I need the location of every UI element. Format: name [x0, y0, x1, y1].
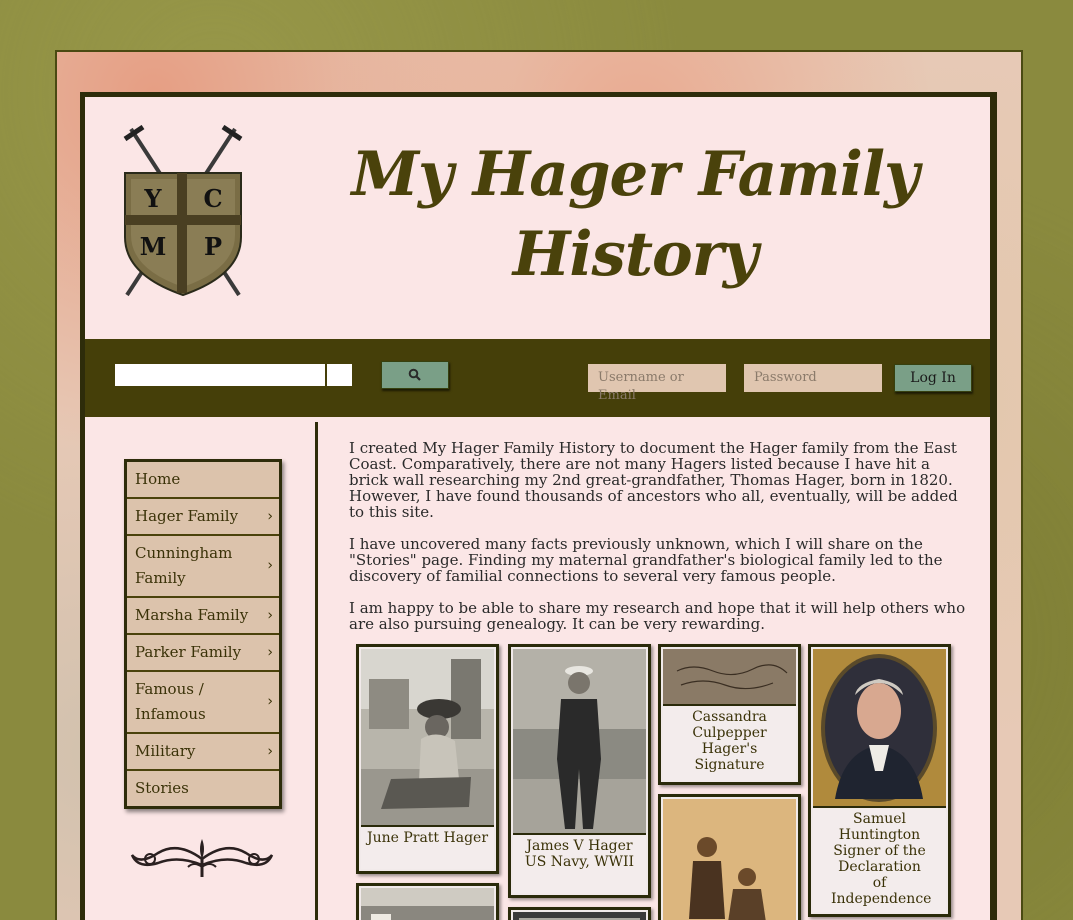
search-input-addon[interactable]: [327, 364, 352, 386]
photo-caption: June Pratt Hager: [361, 825, 494, 869]
login-button[interactable]: Log In: [894, 364, 972, 392]
photo-image: [663, 799, 796, 920]
chevron-right-icon: ›: [267, 644, 273, 660]
svg-text:M: M: [140, 232, 167, 261]
menu-item-famous-infamous[interactable]: Famous / Infamous ›: [127, 672, 279, 734]
menu-item-cunningham-family[interactable]: Cunningham Family ›: [127, 536, 279, 598]
photo-card-partial[interactable]: [508, 907, 651, 920]
menu-item-label: Home: [135, 470, 181, 488]
photo-caption: Cassandra Culpepper Hager's Signature: [663, 704, 796, 780]
photo-image: [361, 649, 494, 825]
search-button[interactable]: [381, 361, 449, 389]
photo-caption: James V Hager US Navy, WWII: [513, 833, 646, 893]
chevron-right-icon: ›: [267, 693, 273, 710]
photo-card-cassandra-signature[interactable]: Cassandra Culpepper Hager's Signature: [658, 644, 801, 785]
toolbar: Username or Email Password Log In: [85, 339, 990, 417]
menu-item-label: Stories: [135, 779, 189, 797]
flourish-ornament-icon: [130, 839, 274, 877]
site-title: My Hager Family History: [351, 139, 919, 290]
photo-image: [513, 912, 646, 920]
photo-card-samuel-huntington[interactable]: Samuel Huntington Signer of the Declarat…: [808, 644, 951, 917]
menu-item-label: Cunningham Family: [135, 544, 233, 587]
photo-image: [361, 888, 494, 920]
menu-item-home[interactable]: Home: [127, 462, 279, 499]
intro-content: I created My Hager Family History to doc…: [349, 440, 969, 648]
chevron-right-icon: ›: [267, 607, 273, 623]
svg-text:Y: Y: [143, 184, 162, 213]
photo-caption: Samuel Huntington Signer of the Declarat…: [813, 806, 946, 912]
menu-item-label: Marsha Family: [135, 606, 249, 624]
menu-item-marsha-family[interactable]: Marsha Family ›: [127, 598, 279, 635]
menu-item-military[interactable]: Military ›: [127, 734, 279, 771]
intro-paragraph: I am happy to be able to share my resear…: [349, 599, 966, 633]
main-menu: Home Hager Family › Cunningham Family › …: [124, 459, 282, 809]
search-input[interactable]: [115, 364, 327, 386]
page-container: Y C M P My Hager Family History Username…: [80, 92, 997, 920]
password-field[interactable]: Password: [744, 364, 882, 392]
family-crest-logo: Y C M P: [123, 125, 243, 297]
site-header: Y C M P My Hager Family History: [85, 97, 990, 339]
menu-item-stories[interactable]: Stories: [127, 771, 279, 806]
menu-item-label: Military: [135, 742, 196, 760]
menu-item-label: Parker Family: [135, 643, 242, 661]
chevron-right-icon: ›: [267, 557, 273, 574]
intro-paragraph: I have uncovered many facts previously u…: [349, 535, 943, 585]
username-field[interactable]: Username or Email: [588, 364, 726, 403]
photo-card-james-v-hager[interactable]: James V Hager US Navy, WWII: [508, 644, 651, 898]
photo-card-partial[interactable]: [658, 794, 801, 920]
sidebar-divider: [315, 422, 318, 920]
chevron-right-icon: ›: [267, 508, 273, 524]
photo-card-june-pratt-hager[interactable]: June Pratt Hager: [356, 644, 499, 874]
chevron-right-icon: ›: [267, 743, 273, 759]
photo-card-partial[interactable]: [356, 883, 499, 920]
photo-image: [663, 649, 796, 707]
search-icon: [408, 368, 421, 381]
svg-text:P: P: [204, 232, 222, 261]
menu-item-label: Famous / Infamous: [135, 680, 206, 723]
photo-image: [813, 649, 946, 807]
svg-text:C: C: [203, 184, 222, 213]
menu-item-hager-family[interactable]: Hager Family ›: [127, 499, 279, 536]
menu-item-parker-family[interactable]: Parker Family ›: [127, 635, 279, 672]
menu-item-label: Hager Family: [135, 507, 239, 525]
intro-paragraph: I created My Hager Family History to doc…: [349, 439, 958, 521]
photo-image: [513, 649, 646, 835]
